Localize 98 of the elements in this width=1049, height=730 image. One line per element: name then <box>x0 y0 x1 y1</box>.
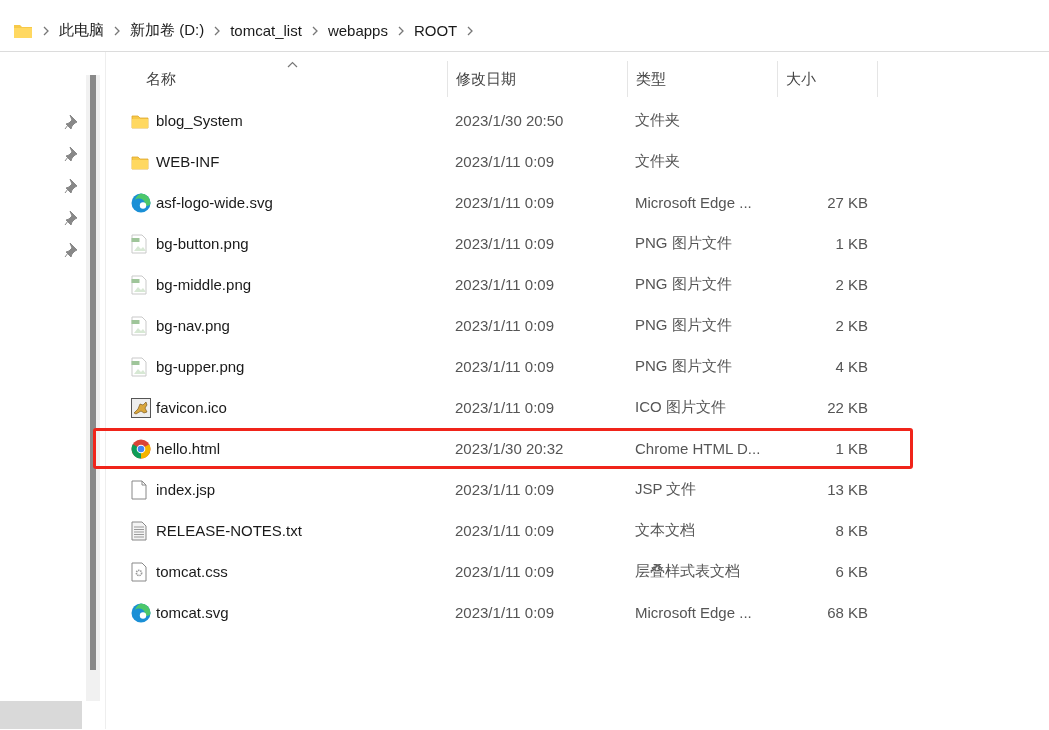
modified-date: 2023/1/11 0:09 <box>455 563 554 580</box>
modified-date: 2023/1/30 20:50 <box>455 112 564 129</box>
edge-logo-icon <box>131 602 151 623</box>
modified-date: 2023/1/11 0:09 <box>455 604 554 621</box>
pin-icon[interactable] <box>64 178 78 194</box>
file-type: 层叠样式表文档 <box>635 562 740 579</box>
file-icon <box>131 479 147 500</box>
file-size: 22 KB <box>827 399 868 416</box>
file-name: bg-middle.png <box>156 276 252 293</box>
file-type: Microsoft Edge ... <box>635 604 752 621</box>
breadcrumb-item[interactable]: ROOT <box>413 22 458 39</box>
file-name: tomcat.css <box>156 563 228 580</box>
edge-logo-icon <box>131 192 151 213</box>
file-name: bg-upper.png <box>156 358 245 375</box>
file-type: 文件夹 <box>635 152 680 169</box>
file-row[interactable]: bg-upper.png 2023/1/11 0:09 PNG 图片文件 4 KB <box>93 346 913 387</box>
breadcrumb-item[interactable]: 新加卷 (D:) <box>130 21 205 40</box>
chevron-icon <box>43 25 49 36</box>
breadcrumb-item[interactable]: tomcat_list <box>230 22 302 39</box>
file-row[interactable]: bg-button.png 2023/1/11 0:09 PNG 图片文件 1 KB <box>93 223 913 264</box>
file-type: ICO 图片文件 <box>635 398 726 415</box>
modified-date: 2023/1/11 0:09 <box>455 522 554 539</box>
folder-icon <box>131 153 149 170</box>
file-name: bg-nav.png <box>156 317 230 334</box>
file-size: 8 KB <box>835 522 868 539</box>
chevron-icon <box>214 25 221 36</box>
pin-icon[interactable] <box>64 114 78 130</box>
chevron-icon <box>311 25 318 36</box>
file-size: 6 KB <box>835 563 868 580</box>
image-file-icon <box>131 315 147 336</box>
file-row[interactable]: favicon.ico 2023/1/11 0:09 ICO 图片文件 22 KB <box>93 387 913 428</box>
modified-date: 2023/1/30 20:32 <box>455 440 564 457</box>
file-row[interactable]: index.jsp 2023/1/11 0:09 JSP 文件 13 KB <box>93 469 913 510</box>
chevron-icon <box>397 25 404 36</box>
file-type: Chrome HTML D... <box>635 440 761 457</box>
folder-icon <box>13 22 33 39</box>
chevron-icon <box>467 25 474 36</box>
file-type: PNG 图片文件 <box>635 316 732 333</box>
file-name: favicon.ico <box>156 399 227 416</box>
file-type: 文件夹 <box>635 111 680 128</box>
file-row[interactable]: tomcat.svg 2023/1/11 0:09 Microsoft Edge ... 68 KB <box>93 592 913 633</box>
file-type: PNG 图片文件 <box>635 234 732 251</box>
pin-icon[interactable] <box>64 242 78 258</box>
breadcrumb-item[interactable]: webapps <box>327 22 388 39</box>
text-file-icon <box>131 520 147 541</box>
chevron-icon <box>114 25 120 36</box>
file-name: asf-logo-wide.svg <box>156 194 273 211</box>
image-file-icon <box>131 233 147 254</box>
chrome-logo-icon <box>131 438 151 459</box>
file-size: 2 KB <box>835 276 868 293</box>
modified-date: 2023/1/11 0:09 <box>455 194 554 211</box>
file-type: PNG 图片文件 <box>635 357 732 374</box>
file-row[interactable]: tomcat.css 2023/1/11 0:09 层叠样式表文档 6 KB <box>93 551 913 592</box>
column-header[interactable]: 修改日期 <box>456 69 516 89</box>
column-header[interactable]: 名称 <box>146 69 176 89</box>
file-name: tomcat.svg <box>156 604 229 621</box>
modified-date: 2023/1/11 0:09 <box>455 276 554 293</box>
file-size: 1 KB <box>835 440 868 457</box>
file-row[interactable]: blog_System 2023/1/30 20:50 文件夹 <box>93 100 913 141</box>
file-size: 27 KB <box>827 194 868 211</box>
file-size: 1 KB <box>835 235 868 252</box>
cat-image-icon <box>131 397 151 418</box>
file-size: 4 KB <box>835 358 868 375</box>
file-row[interactable]: bg-middle.png 2023/1/11 0:09 PNG 图片文件 2 KB <box>93 264 913 305</box>
file-row[interactable]: RELEASE-NOTES.txt 2023/1/11 0:09 文本文档 8 KB <box>93 510 913 551</box>
pin-icon[interactable] <box>64 210 78 226</box>
file-type: 文本文档 <box>635 521 695 538</box>
file-size: 13 KB <box>827 481 868 498</box>
modified-date: 2023/1/11 0:09 <box>455 153 554 170</box>
file-name: index.jsp <box>156 481 216 498</box>
modified-date: 2023/1/11 0:09 <box>455 317 554 334</box>
file-name: WEB-INF <box>156 153 220 170</box>
pin-icon[interactable] <box>64 146 78 162</box>
breadcrumb-item[interactable]: 此电脑 <box>59 21 104 40</box>
modified-date: 2023/1/11 0:09 <box>455 399 554 416</box>
file-row[interactable]: WEB-INF 2023/1/11 0:09 文件夹 <box>93 141 913 182</box>
file-name: RELEASE-NOTES.txt <box>156 522 302 539</box>
gear-file-icon <box>131 561 147 582</box>
file-type: Microsoft Edge ... <box>635 194 752 211</box>
file-size: 2 KB <box>835 317 868 334</box>
file-size: 68 KB <box>827 604 868 621</box>
file-row[interactable]: bg-nav.png 2023/1/11 0:09 PNG 图片文件 2 KB <box>93 305 913 346</box>
file-row[interactable]: hello.html 2023/1/30 20:32 Chrome HTML D... 1 KB <box>93 428 913 469</box>
file-name: blog_System <box>156 112 243 129</box>
image-file-icon <box>131 274 147 295</box>
file-type: PNG 图片文件 <box>635 275 732 292</box>
scrollbar[interactable] <box>86 75 100 701</box>
modified-date: 2023/1/11 0:09 <box>455 481 554 498</box>
file-row[interactable]: asf-logo-wide.svg 2023/1/11 0:09 Microsoft Edge ... 27 KB <box>93 182 913 223</box>
file-name: hello.html <box>156 440 221 457</box>
image-file-icon <box>131 356 147 377</box>
file-name: bg-button.png <box>156 235 249 252</box>
folder-icon <box>131 112 149 129</box>
modified-date: 2023/1/11 0:09 <box>455 358 554 375</box>
modified-date: 2023/1/11 0:09 <box>455 235 554 252</box>
column-header[interactable]: 类型 <box>636 69 666 89</box>
file-type: JSP 文件 <box>635 480 697 497</box>
column-header[interactable]: 大小 <box>786 69 816 89</box>
